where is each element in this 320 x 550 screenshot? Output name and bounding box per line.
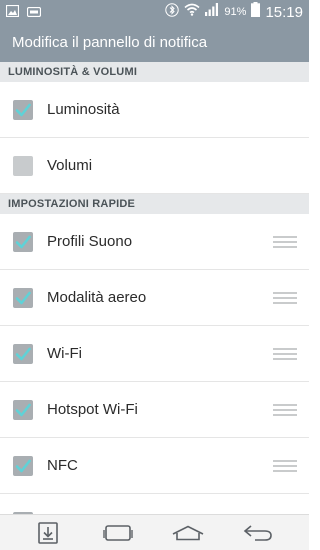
home-button[interactable] — [170, 519, 206, 547]
section-header-brightness-volume: LUMINOSITÀ & VOLUMI — [0, 62, 309, 82]
section-header-quick-settings: IMPOSTAZIONI RAPIDE — [0, 194, 309, 214]
checkbox-airplane-mode[interactable] — [13, 288, 33, 308]
check-icon — [15, 291, 31, 305]
image-icon — [5, 4, 20, 22]
drag-handle-icon[interactable] — [273, 348, 297, 360]
recent-apps-button[interactable] — [100, 519, 136, 547]
list-item-wifi[interactable]: Wi-Fi — [0, 326, 309, 382]
status-right: 91% 15:19 — [165, 2, 303, 22]
list-item-brightness[interactable]: Luminosità — [0, 82, 309, 138]
check-icon — [15, 459, 31, 473]
signal-icon — [205, 3, 219, 21]
list-item-label: Bluetooth — [47, 494, 110, 514]
navigation-bar — [0, 514, 309, 550]
list-item-label: Volumi — [47, 157, 93, 174]
list-item-airplane-mode[interactable]: Modalità aereo — [0, 270, 309, 326]
battery-percent: 91% — [224, 6, 247, 18]
storage-icon — [26, 4, 42, 22]
checkbox-hotspot[interactable] — [13, 400, 33, 420]
list-item-volume[interactable]: Volumi — [0, 138, 309, 194]
clock: 15:19 — [265, 3, 303, 21]
checkbox-sound-profile[interactable] — [13, 232, 33, 252]
checkbox-volume[interactable] — [13, 156, 33, 176]
list-item-label: Profili Suono — [47, 233, 133, 250]
checkbox-brightness[interactable] — [13, 100, 33, 120]
check-icon — [15, 403, 31, 417]
list-item-nfc[interactable]: NFC — [0, 438, 309, 494]
page-title: Modifica il pannello di notifica — [12, 34, 208, 51]
settings-list[interactable]: LUMINOSITÀ & VOLUMI Luminosità Volumi IM… — [0, 62, 309, 514]
list-item-hotspot[interactable]: Hotspot Wi-Fi — [0, 382, 309, 438]
battery-icon — [251, 2, 261, 22]
list-item-bluetooth[interactable]: Bluetooth — [0, 494, 309, 514]
back-icon — [243, 525, 272, 541]
list-item-sound-profile[interactable]: Profili Suono — [0, 214, 309, 270]
checkbox-wifi[interactable] — [13, 344, 33, 364]
list-item-label: NFC — [47, 457, 78, 474]
check-icon — [15, 347, 31, 361]
drag-handle-icon[interactable] — [273, 236, 297, 248]
download-button[interactable] — [30, 519, 66, 547]
back-button[interactable] — [240, 519, 276, 547]
title-bar: Modifica il pannello di notifica — [0, 24, 309, 62]
check-icon — [15, 103, 31, 117]
status-bar: 91% 15:19 — [0, 0, 309, 24]
drag-handle-icon[interactable] — [273, 460, 297, 472]
list-item-label: Modalità aereo — [47, 289, 147, 306]
status-left — [5, 4, 42, 22]
list-item-label: Hotspot Wi-Fi — [47, 401, 138, 418]
drag-handle-icon[interactable] — [273, 404, 297, 416]
home-icon — [172, 525, 204, 541]
wifi-icon — [184, 3, 200, 21]
bluetooth-icon — [165, 2, 180, 22]
check-icon — [15, 235, 31, 249]
list-item-label: Luminosità — [47, 101, 120, 118]
download-icon — [38, 522, 58, 544]
checkbox-nfc[interactable] — [13, 456, 33, 476]
drag-handle-icon[interactable] — [273, 292, 297, 304]
recent-apps-icon — [103, 525, 133, 541]
list-item-label: Wi-Fi — [47, 345, 82, 362]
